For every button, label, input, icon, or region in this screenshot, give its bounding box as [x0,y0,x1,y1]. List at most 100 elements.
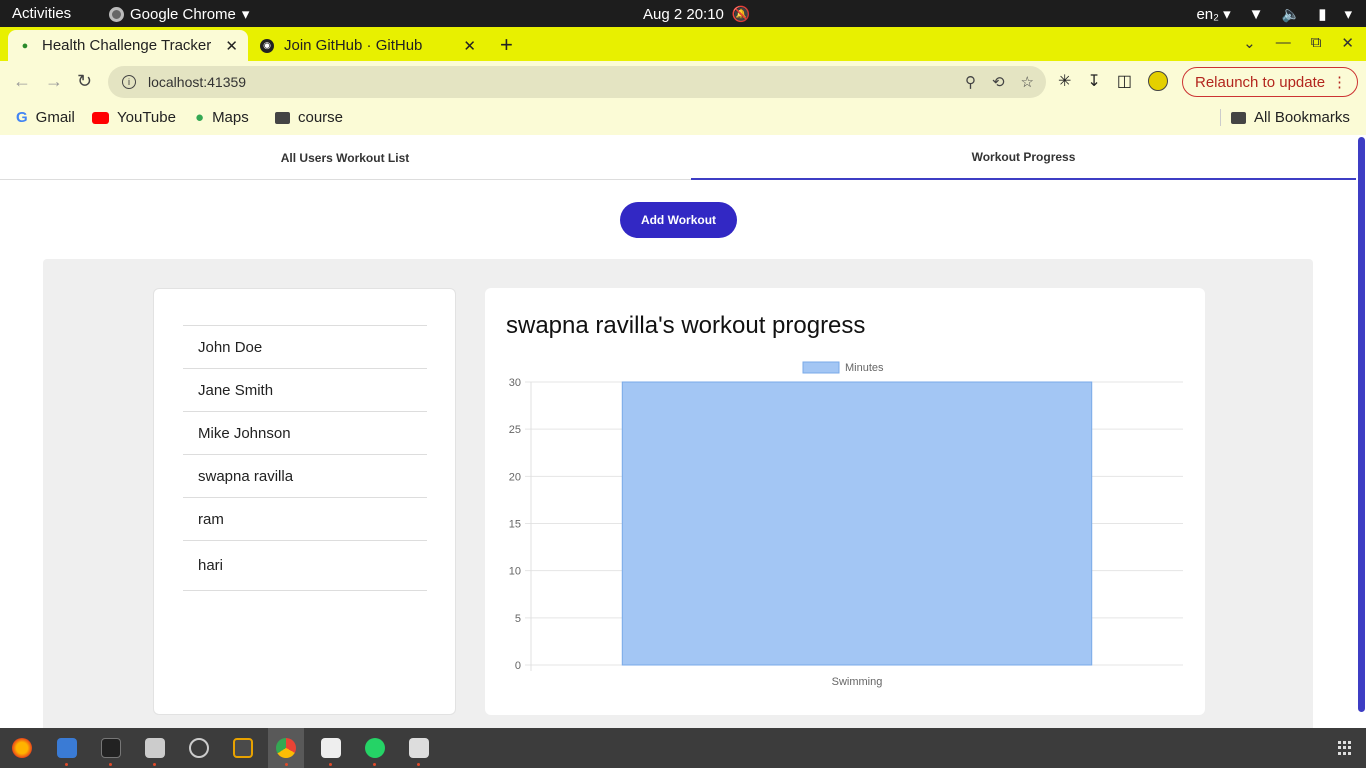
tab-workout-progress[interactable]: Workout Progress [691,135,1356,180]
running-indicator [285,763,288,766]
bookmark-star-icon[interactable]: ☆ [1021,73,1034,91]
google-icon: G [16,109,28,126]
running-indicator [109,763,112,766]
whatsapp-icon[interactable] [365,738,385,758]
bookmark-youtube[interactable]: YouTube [92,109,176,126]
calculator-icon[interactable] [233,738,253,758]
forward-icon[interactable]: → [45,71,63,92]
clock[interactable]: Aug 2 20:10 🔕 [643,5,751,24]
settings-icon[interactable] [189,738,209,758]
legend-label: Minutes [845,362,884,374]
minimize-icon[interactable]: — [1276,34,1291,52]
scrollbar-thumb[interactable] [1358,137,1365,712]
y-tick-label: 20 [509,471,521,483]
tab-title: Join GitHub · GitHub [284,37,423,54]
side-panel-icon[interactable]: ◫ [1117,71,1132,91]
progress-panel: John Doe Jane Smith Mike Johnson swapna … [43,259,1313,728]
chrome-icon [109,6,124,22]
y-tick-label: 5 [515,613,521,625]
screenshot-icon[interactable] [409,738,429,758]
system-tray[interactable]: en₂ ▾ ▼ 🔈 ▮ ▾ [1196,5,1352,24]
tab-search-icon[interactable]: ⌄ [1243,34,1256,52]
browser-toolbar: ← → ↻ i localhost:41359 ⚲ ⟲ ☆ ✳ ↧ ◫ Rela… [0,61,1366,103]
bookmark-label: course [298,109,344,126]
y-tick-label: 0 [515,660,521,672]
chrome-icon[interactable] [276,738,296,758]
zoom-icon[interactable]: ⚲ [965,73,976,91]
running-indicator [417,763,420,766]
tab-all-users-workout-list[interactable]: All Users Workout List [0,135,690,180]
battery-icon: ▮ [1318,6,1327,23]
show-apps-icon[interactable] [1338,741,1352,755]
bar-chart: 0 5 10 15 20 25 30 Swimming Minutes [509,361,1183,688]
keyboard-layout[interactable]: en₂ ▾ [1196,5,1230,23]
maps-pin-icon: ● [195,109,205,126]
app-menu[interactable]: Google Chrome ▾ [109,5,249,23]
share-icon[interactable]: ⟲ [992,73,1005,91]
y-tick-label: 10 [509,566,521,578]
dock [0,728,1366,768]
wifi-icon: ▼ [1248,5,1264,23]
terminal-icon[interactable] [101,738,121,758]
text-editor-icon[interactable] [57,738,77,758]
bookmark-label: Gmail [35,109,75,126]
user-list-item[interactable]: John Doe [183,326,427,369]
files-icon[interactable] [145,738,165,758]
all-bookmarks[interactable]: All Bookmarks [1220,109,1350,126]
site-info-icon[interactable]: i [122,75,136,89]
close-tab-icon[interactable]: ✕ [463,37,476,55]
bookmark-label: YouTube [117,109,176,126]
legend-swatch [802,361,840,374]
close-tab-icon[interactable]: ✕ [225,37,238,55]
user-list-item[interactable]: ram [183,498,427,541]
bar-swimming [621,381,1093,666]
y-tick-label: 15 [509,519,521,531]
profile-avatar[interactable] [1147,71,1168,91]
activities-button[interactable]: Activities [12,5,71,22]
restore-icon[interactable]: ⧉ [1311,34,1322,52]
download-icon[interactable]: ↧ [1087,71,1100,91]
new-tab-button[interactable]: + [500,32,513,58]
user-list-card: John Doe Jane Smith Mike Johnson swapna … [153,288,456,715]
running-indicator [329,763,332,766]
firefox-icon[interactable] [12,738,32,758]
folder-icon [1231,111,1246,124]
add-workout-button[interactable]: Add Workout [620,202,737,238]
user-list-item[interactable]: hari [183,541,427,591]
page-scrollbar[interactable] [1356,135,1366,728]
x-tick-label: Swimming [832,676,883,688]
app-name: Google Chrome [130,5,236,23]
system-top-bar: Activities Google Chrome ▾ Aug 2 20:10 🔕… [0,0,1366,27]
chart-card: swapna ravilla's workout progress 0 5 10 15… [485,288,1205,715]
y-tick-label: 30 [509,377,521,389]
bookmark-label: Maps [212,109,249,126]
relaunch-button[interactable]: Relaunch to update ⋮ [1182,67,1358,97]
back-icon[interactable]: ← [13,71,31,92]
volume-icon: 🔈 [1281,6,1301,23]
user-list: John Doe Jane Smith Mike Johnson swapna … [183,325,427,591]
browser-tab-strip: ● Health Challenge Tracker ✕ ◉ Join GitH… [0,27,1366,61]
running-indicator [65,763,68,766]
running-indicator [373,763,376,766]
chevron-down-icon: ▾ [1344,6,1352,23]
running-indicator [153,763,156,766]
reload-icon[interactable]: ↻ [77,71,92,92]
bookmark-gmail[interactable]: G Gmail [16,109,75,126]
y-tick-label: 25 [509,424,521,436]
extensions-icon[interactable]: ✳ [1058,71,1071,91]
user-list-item[interactable]: swapna ravilla [183,455,427,498]
close-window-icon[interactable]: ✕ [1341,34,1354,52]
all-bookmarks-label: All Bookmarks [1254,109,1350,126]
github-icon: ◉ [260,38,274,53]
address-bar[interactable]: i localhost:41359 ⚲ ⟲ ☆ [108,66,1046,98]
bookmark-course[interactable]: course [275,109,343,126]
user-list-item[interactable]: Jane Smith [183,369,427,412]
user-list-item[interactable]: Mike Johnson [183,412,427,455]
browser-tab-github[interactable]: ◉ Join GitHub · GitHub ✕ [250,30,486,61]
page-content: All Users Workout List Workout Progress … [0,135,1366,728]
bookmark-maps[interactable]: ● Maps [195,109,249,126]
document-viewer-icon[interactable] [321,738,341,758]
browser-tab-health-tracker[interactable]: ● Health Challenge Tracker ✕ [8,30,248,61]
tab-title: Health Challenge Tracker [42,37,212,54]
bookmarks-bar: G Gmail YouTube ● Maps course All Bookma… [0,103,1366,135]
